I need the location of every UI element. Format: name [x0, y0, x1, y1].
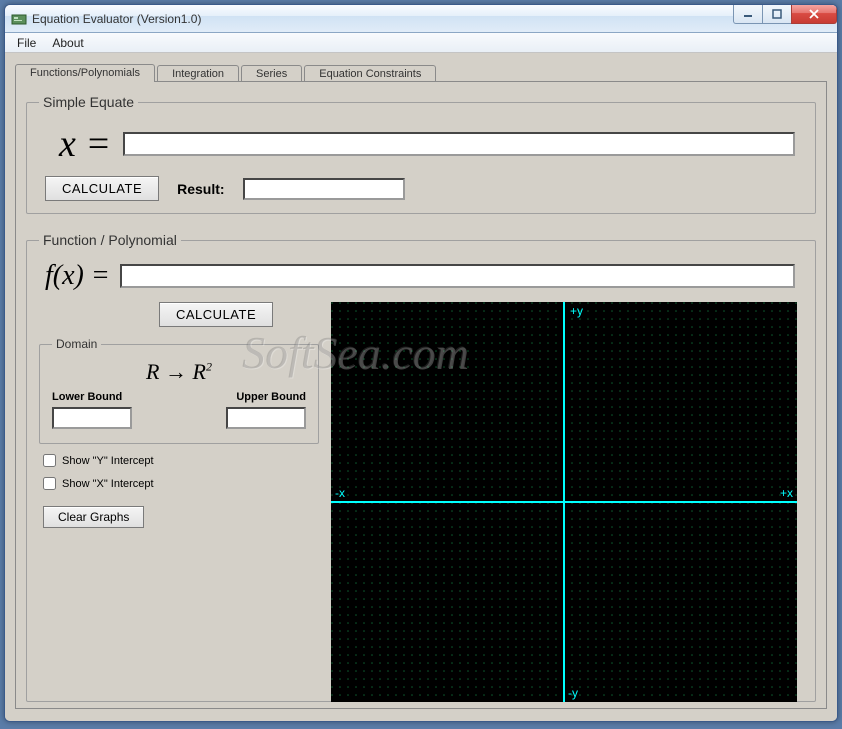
fx-label: f(x) =	[39, 260, 120, 292]
result-output[interactable]	[243, 178, 405, 200]
close-button[interactable]	[791, 5, 837, 24]
function-calculate-button[interactable]: CALCULATE	[159, 302, 273, 327]
graph-svg	[331, 302, 797, 702]
function-input[interactable]	[120, 264, 795, 288]
window-title: Equation Evaluator (Version1.0)	[32, 12, 201, 26]
lower-bound-label: Lower Bound	[52, 391, 175, 403]
clear-graphs-button[interactable]: Clear Graphs	[43, 506, 144, 528]
tab-functions[interactable]: Functions/Polynomials	[15, 64, 155, 82]
simple-equate-input[interactable]	[123, 132, 795, 156]
result-label: Result:	[177, 181, 224, 197]
axis-label-minus-x: -x	[335, 486, 345, 500]
axis-label-minus-y: -y	[568, 686, 578, 700]
application-window: Equation Evaluator (Version1.0) File Abo…	[4, 4, 838, 722]
domain-rr2: R → R2	[52, 359, 306, 385]
menu-about[interactable]: About	[44, 34, 91, 52]
show-y-intercept-label: Show "Y" Intercept	[62, 455, 154, 467]
maximize-button[interactable]	[762, 5, 792, 24]
titlebar[interactable]: Equation Evaluator (Version1.0)	[5, 5, 837, 33]
simple-equate-legend: Simple Equate	[39, 94, 138, 110]
show-x-intercept-row[interactable]: Show "X" Intercept	[43, 477, 319, 490]
show-y-intercept-checkbox[interactable]	[43, 454, 56, 467]
tab-series[interactable]: Series	[241, 65, 302, 82]
show-y-intercept-row[interactable]: Show "Y" Intercept	[43, 454, 319, 467]
menubar: File About	[5, 33, 837, 53]
tabstrip: Functions/Polynomials Integration Series…	[5, 59, 837, 81]
upper-bound-input[interactable]	[226, 407, 306, 429]
simple-calculate-button[interactable]: CALCULATE	[45, 176, 159, 201]
domain-legend: Domain	[52, 337, 101, 351]
axis-label-plus-y: +y	[570, 304, 583, 318]
app-icon	[11, 11, 27, 27]
x-equals-label: x =	[39, 122, 123, 166]
client-area: Functions/Polynomials Integration Series…	[5, 53, 837, 721]
graph-canvas[interactable]: +y -y -x +x	[331, 302, 797, 702]
axis-label-plus-x: +x	[780, 486, 793, 500]
tab-constraints[interactable]: Equation Constraints	[304, 65, 436, 82]
function-polynomial-group: Function / Polynomial f(x) = CALCULATE D…	[26, 232, 816, 702]
minimize-icon	[743, 9, 753, 19]
function-legend: Function / Polynomial	[39, 232, 181, 248]
menu-file[interactable]: File	[9, 34, 44, 52]
tab-integration[interactable]: Integration	[157, 65, 239, 82]
simple-equate-group: Simple Equate x = CALCULATE Result:	[26, 94, 816, 214]
show-x-intercept-label: Show "X" Intercept	[62, 478, 154, 490]
show-x-intercept-checkbox[interactable]	[43, 477, 56, 490]
domain-group: Domain R → R2 Lower Bound Upper Bound	[39, 337, 319, 444]
minimize-button[interactable]	[733, 5, 763, 24]
close-icon	[808, 9, 820, 19]
maximize-icon	[772, 9, 782, 19]
upper-bound-label: Upper Bound	[236, 391, 306, 403]
tab-panel-functions: Simple Equate x = CALCULATE Result: Func…	[15, 81, 827, 709]
lower-bound-input[interactable]	[52, 407, 132, 429]
